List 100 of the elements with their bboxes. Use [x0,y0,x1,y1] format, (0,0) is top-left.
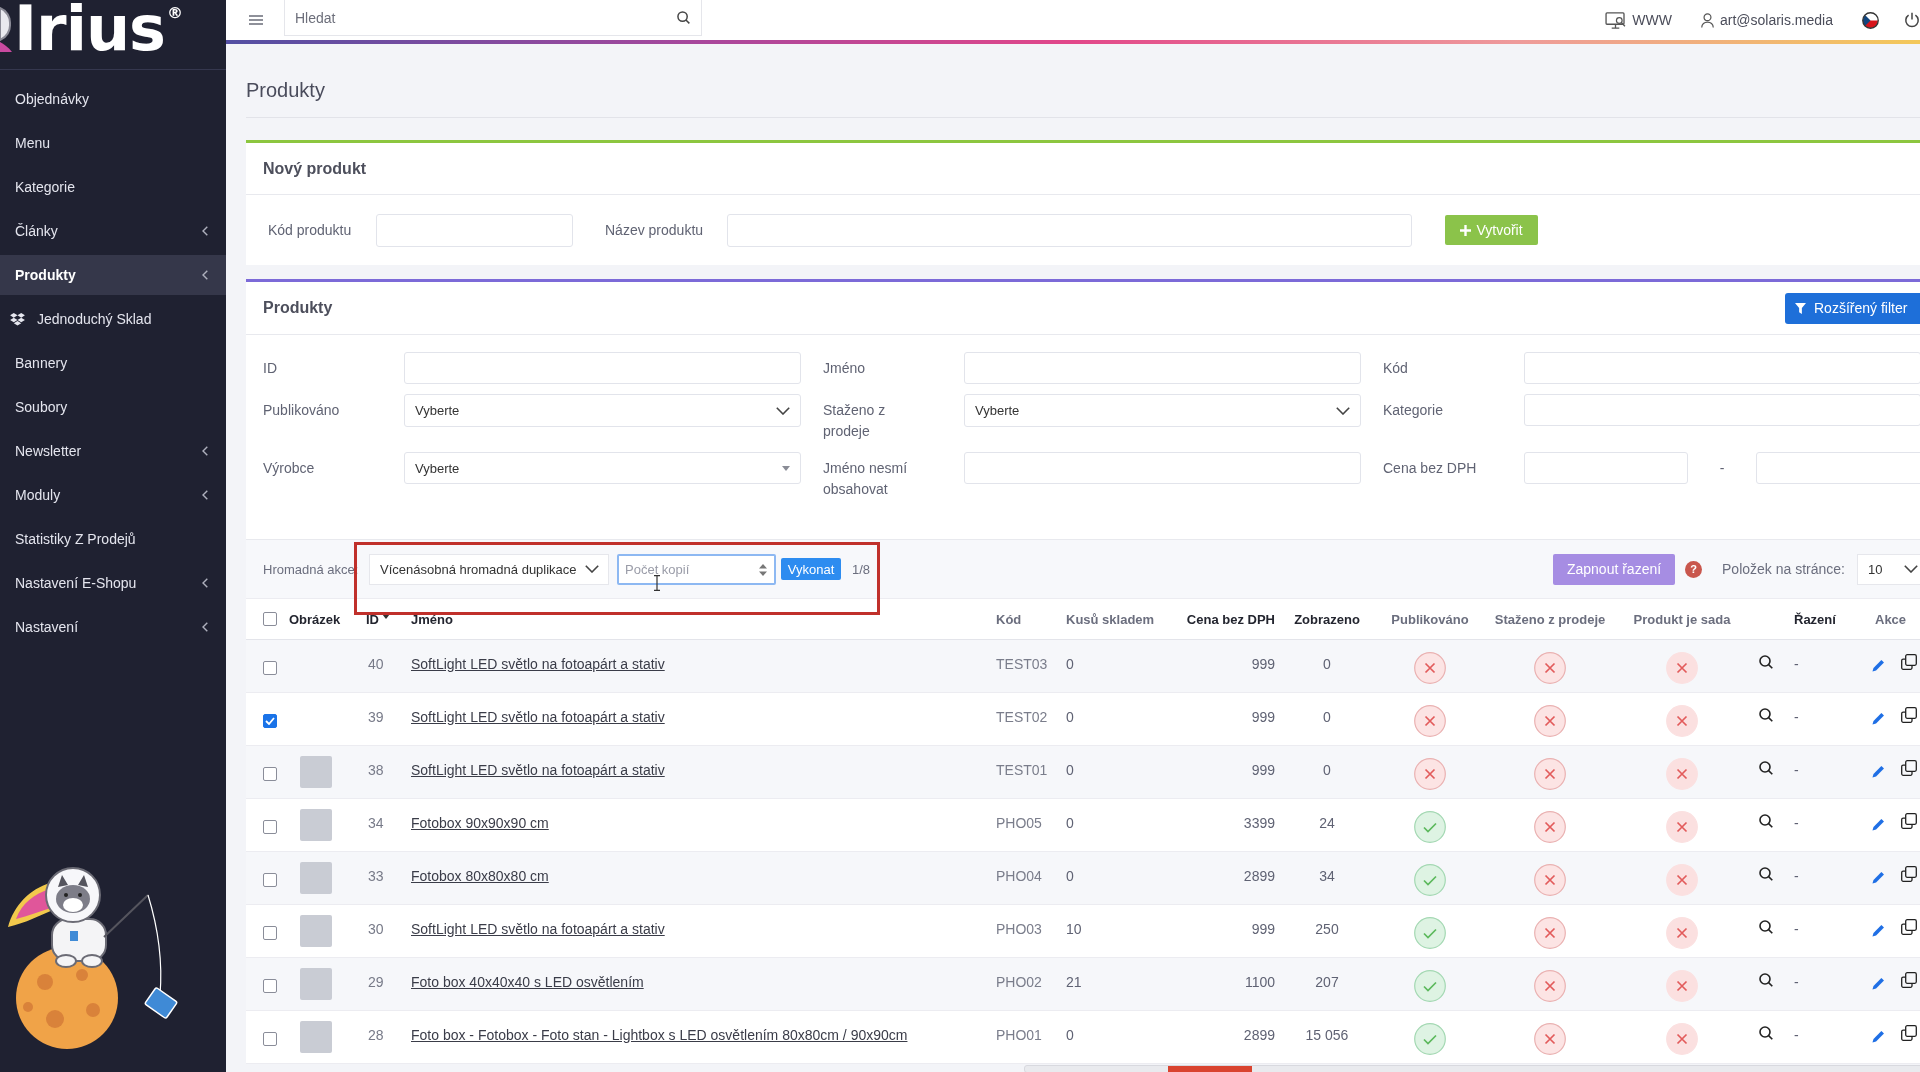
input-field[interactable] [1524,352,1920,384]
column-header: Zobrazeno [1294,611,1360,627]
product-link[interactable]: Foto box 40x40x40 s LED osvětlením [411,974,644,990]
scrollbar-thumb[interactable] [1168,1066,1252,1072]
card-title: Produkty [263,299,333,317]
checkbox[interactable] [263,661,277,675]
column-header: Akce [1875,611,1907,627]
copy-icon[interactable] [1901,654,1917,670]
search-icon[interactable] [677,11,690,24]
pencil-icon[interactable] [1872,765,1885,778]
user-account-link[interactable]: art@solaris.media [1700,12,1833,28]
table-cell: 24 [1319,815,1335,831]
table-cell: - [1794,815,1799,831]
search-icon[interactable] [1759,655,1773,669]
checkbox[interactable] [263,1032,277,1046]
checkbox[interactable] [263,820,277,834]
search-icon[interactable] [1759,1026,1773,1040]
input-field[interactable] [404,352,801,384]
sort-arrow-icon[interactable] [382,613,390,619]
sidebar-item[interactable]: Nastavení E-Shopu [0,563,226,603]
help-button[interactable]: ? [1685,560,1703,578]
checkbox[interactable] [263,714,277,728]
product-link[interactable]: SoftLight LED světlo na fotoapárt a stativ [411,709,665,725]
website-link[interactable]: WWW [1605,11,1672,29]
field-label: Výrobce [263,459,316,478]
sidebar-item[interactable]: Produkty [0,255,226,295]
product-link[interactable]: Fotobox 80x80x80 cm [411,868,549,884]
selection-count: 1/8 [852,561,871,577]
per-page-select[interactable]: 10 [1857,553,1920,585]
checkbox[interactable] [263,612,277,626]
input-field[interactable] [1524,452,1688,484]
table-cell: 2899 [1243,1027,1275,1043]
sidebar-item[interactable]: Objednávky [0,79,226,119]
sidebar-item[interactable]: Jednoduchý Sklad [0,299,226,339]
advanced-filter-button[interactable]: Rozšířený filter [1785,292,1920,324]
copy-icon[interactable] [1901,972,1917,988]
copy-icon[interactable] [1901,707,1917,723]
field-label: Jméno [823,359,867,378]
search-icon[interactable] [1759,920,1773,934]
table-cell: PHO05 [996,815,1042,831]
sidebar-item[interactable]: Bannery [0,343,226,383]
sidebar-item[interactable]: Články [0,211,226,251]
select-field[interactable]: Vyberte [404,394,801,427]
search-icon[interactable] [1759,973,1773,987]
table-cell: - [1794,974,1799,990]
menu-icon[interactable] [249,15,263,25]
copies-field[interactable]: Počet kopií [617,553,776,585]
action-select[interactable]: Vícenásobná hromadná duplikace [369,553,609,585]
input-field[interactable] [964,352,1361,384]
sidebar-item[interactable]: Nastavení [0,607,226,647]
sidebar-item[interactable]: Menu [0,123,226,163]
product-link[interactable]: SoftLight LED světlo na fotoapárt a stativ [411,921,665,937]
spinner-arrows-icon[interactable] [759,563,767,576]
sidebar-item[interactable]: Moduly [0,475,226,515]
search-field[interactable]: Hledat [284,0,702,36]
sidebar-item[interactable]: Newsletter [0,431,226,471]
horizontal-scrollbar[interactable] [1024,1065,1920,1072]
column-header: Kód [996,611,1022,627]
table-cell: 207 [1315,974,1339,990]
table-cell: 0 [1066,868,1074,884]
checkbox[interactable] [263,767,277,781]
pencil-icon[interactable] [1872,871,1885,884]
column-header: Cena bez DPH [1186,611,1275,627]
checkbox[interactable] [263,873,277,887]
checkbox[interactable] [263,926,277,940]
pencil-icon[interactable] [1872,1030,1885,1043]
sidebar-item[interactable]: Kategorie [0,167,226,207]
input-field[interactable] [727,213,1412,247]
sidebar-item[interactable]: Soubory [0,387,226,427]
table-cell: - [1794,656,1799,672]
select-field[interactable]: Vyberte [404,452,801,484]
table-cell: 0 [1323,656,1331,672]
product-link[interactable]: SoftLight LED světlo na fotoapárt a stativ [411,762,665,778]
copy-icon[interactable] [1901,760,1917,776]
pencil-icon[interactable] [1872,659,1885,672]
pencil-icon[interactable] [1872,977,1885,990]
input-field[interactable] [1756,452,1920,484]
input-field[interactable] [1524,394,1920,426]
table-cell: 29 [368,974,384,990]
search-icon[interactable] [1759,761,1773,775]
search-icon[interactable] [1759,708,1773,722]
pencil-icon[interactable] [1872,712,1885,725]
copy-icon[interactable] [1901,919,1917,935]
input-field[interactable] [376,213,573,247]
search-icon[interactable] [1759,814,1773,828]
select-field[interactable]: Vyberte [964,394,1361,427]
power-icon[interactable] [1904,12,1920,28]
product-link[interactable]: Fotobox 90x90x90 cm [411,815,549,831]
input-field[interactable] [964,452,1361,484]
product-link[interactable]: Foto box - Fotobox - Foto stan - Lightbox s LED osvětlením 80x80cm / 90x90cm [411,1027,908,1043]
product-link[interactable]: SoftLight LED světlo na fotoapárt a stativ [411,656,665,672]
flag-icon[interactable] [1862,11,1879,29]
search-icon[interactable] [1759,867,1773,881]
sidebar-item[interactable]: Statistiky Z Prodejů [0,519,226,559]
checkbox[interactable] [263,979,277,993]
pencil-icon[interactable] [1872,924,1885,937]
copy-icon[interactable] [1901,813,1917,829]
copy-icon[interactable] [1901,866,1917,882]
pencil-icon[interactable] [1872,818,1885,831]
copy-icon[interactable] [1901,1025,1917,1041]
